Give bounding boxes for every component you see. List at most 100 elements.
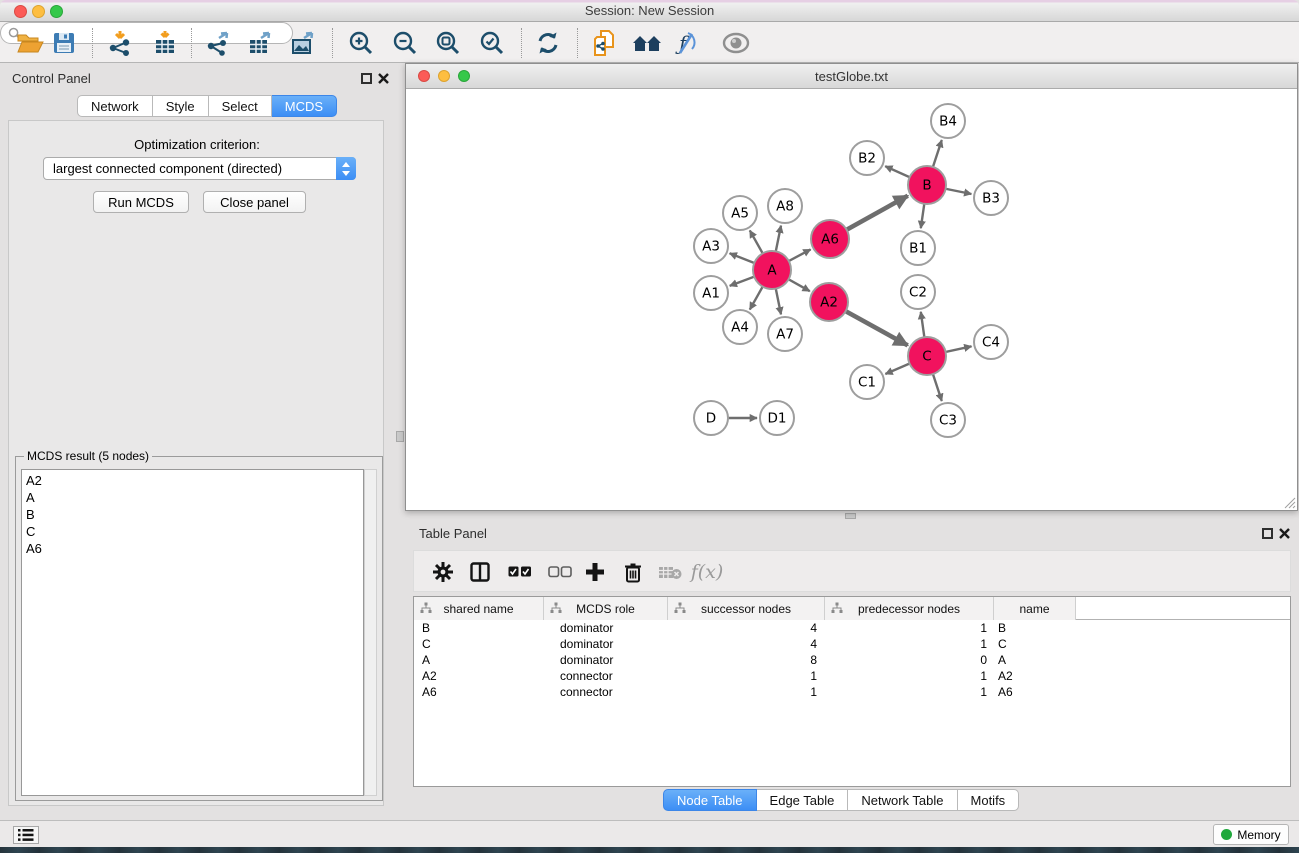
graph-node-A6[interactable]: A6 <box>811 220 849 258</box>
svg-text:A6: A6 <box>821 232 839 248</box>
show-hide-graphics-button[interactable] <box>719 29 753 57</box>
close-panel-button[interactable]: Close panel <box>203 191 306 213</box>
graph-node-A2[interactable]: A2 <box>810 283 848 321</box>
graph-node-A7[interactable]: A7 <box>768 317 802 351</box>
graph-node-C2[interactable]: C2 <box>901 275 935 309</box>
tab-node-table[interactable]: Node Table <box>663 789 757 811</box>
horizontal-splitter-handle[interactable] <box>845 513 856 519</box>
import-network-button[interactable] <box>103 29 137 57</box>
float-panel-icon[interactable] <box>361 73 372 84</box>
network-view-window: testGlobe.txt B4 B2 B B3 A8 A5 A6 A3 B1 A C2 A1 A2 A4… <box>405 63 1298 511</box>
column-header-predecessor-nodes[interactable]: predecessor nodes <box>825 597 994 620</box>
svg-text:A8: A8 <box>776 199 794 215</box>
mcds-panel: Optimization criterion: largest connecte… <box>8 120 384 806</box>
run-mcds-button[interactable]: Run MCDS <box>93 191 189 213</box>
table-row[interactable]: A6connector11A6 <box>414 684 1290 700</box>
graph-node-C[interactable]: C <box>908 337 946 375</box>
table-row[interactable]: Adominator80A <box>414 652 1290 668</box>
tab-select[interactable]: Select <box>209 95 272 117</box>
table-row[interactable]: Cdominator41C <box>414 636 1290 652</box>
delete-column-button[interactable] <box>618 558 648 586</box>
close-panel-icon[interactable] <box>1278 527 1291 540</box>
graph-node-A4[interactable]: A4 <box>723 310 757 344</box>
open-session-button[interactable] <box>13 29 47 57</box>
tab-network[interactable]: Network <box>77 95 153 117</box>
toggle-fx-button[interactable]: ƒ <box>668 29 702 57</box>
graph-node-A1[interactable]: A1 <box>694 276 728 310</box>
select-all-button[interactable] <box>505 558 535 586</box>
mcds-result-list[interactable]: A2ABCA6 <box>21 469 364 796</box>
mcds-result-item[interactable]: B <box>26 506 359 523</box>
network-from-selection-button[interactable] <box>588 29 622 57</box>
graph-node-B1[interactable]: B1 <box>901 231 935 265</box>
tab-motifs[interactable]: Motifs <box>958 789 1020 811</box>
mcds-result-item[interactable]: A2 <box>26 472 359 489</box>
graph-node-C4[interactable]: C4 <box>974 325 1008 359</box>
graph-node-A8[interactable]: A8 <box>768 189 802 223</box>
network-canvas[interactable]: B4 B2 B B3 A8 A5 A6 A3 B1 A C2 A1 A2 A4 A7 C4 C C1 D D1 C3 <box>406 90 1297 511</box>
table-cell: 1 <box>668 685 825 699</box>
import-table-button[interactable] <box>148 29 182 57</box>
close-panel-icon[interactable] <box>377 72 390 85</box>
network-window-titlebar[interactable]: testGlobe.txt <box>406 64 1297 89</box>
graph-node-A5[interactable]: A5 <box>723 196 757 230</box>
graph-node-C3[interactable]: C3 <box>931 403 965 437</box>
resize-grip-icon[interactable] <box>1284 497 1296 509</box>
criterion-dropdown[interactable]: largest connected component (directed) <box>43 157 356 180</box>
table-row[interactable]: A2connector11A2 <box>414 668 1290 684</box>
zoom-selected-button[interactable] <box>475 29 509 57</box>
mcds-result-item[interactable]: C <box>26 523 359 540</box>
table-row[interactable]: Bdominator41B <box>414 620 1290 636</box>
export-table-button[interactable] <box>243 29 277 57</box>
result-scrollbar[interactable] <box>364 469 377 796</box>
toolbar-separator <box>577 28 578 58</box>
table-type-tabs: Node TableEdge TableNetwork TableMotifs <box>663 789 1019 811</box>
refresh-button[interactable] <box>531 29 565 57</box>
tab-style[interactable]: Style <box>153 95 209 117</box>
graph-node-A3[interactable]: A3 <box>694 229 728 263</box>
column-header-MCDS-role[interactable]: MCDS role <box>544 597 668 620</box>
graph-node-B2[interactable]: B2 <box>850 141 884 175</box>
column-header-successor-nodes[interactable]: successor nodes <box>668 597 825 620</box>
float-panel-icon[interactable] <box>1262 528 1273 539</box>
export-image-button[interactable] <box>286 29 320 57</box>
graph-node-D1[interactable]: D1 <box>760 401 794 435</box>
add-column-button[interactable] <box>580 558 610 586</box>
table-cell: A <box>414 653 544 667</box>
svg-text:A5: A5 <box>731 206 749 222</box>
function-builder-button[interactable]: f(x) <box>692 558 722 586</box>
show-columns-button[interactable] <box>465 558 495 586</box>
graph-node-B4[interactable]: B4 <box>931 104 965 138</box>
table-cell: B <box>414 621 544 635</box>
zoom-fit-button[interactable] <box>431 29 465 57</box>
graph-node-D[interactable]: D <box>694 401 728 435</box>
zoom-in-button[interactable] <box>344 29 378 57</box>
mcds-result-item[interactable]: A6 <box>26 540 359 557</box>
table-cell: 4 <box>668 621 825 635</box>
memory-button[interactable]: Memory <box>1213 824 1289 845</box>
table-settings-button[interactable] <box>428 558 458 586</box>
import-network-icon <box>107 30 133 56</box>
delete-table-button[interactable] <box>655 558 685 586</box>
graph-node-B3[interactable]: B3 <box>974 181 1008 215</box>
app-titlebar[interactable]: Session: New Session <box>0 0 1299 22</box>
home-button[interactable] <box>630 29 664 57</box>
tab-edge-table[interactable]: Edge Table <box>757 789 849 811</box>
graph-node-A[interactable]: A <box>753 251 791 289</box>
zoom-out-button[interactable] <box>388 29 422 57</box>
export-network-button[interactable] <box>201 29 235 57</box>
svg-text:D: D <box>706 411 716 427</box>
table-cell: 1 <box>668 669 825 683</box>
save-session-button[interactable] <box>47 29 81 57</box>
graph-node-B[interactable]: B <box>908 166 946 204</box>
tab-network-table[interactable]: Network Table <box>848 789 957 811</box>
deselect-all-button[interactable] <box>545 558 575 586</box>
node-table[interactable]: shared nameMCDS rolesuccessor nodesprede… <box>413 596 1291 787</box>
task-history-button[interactable] <box>13 826 39 844</box>
mcds-result-item[interactable]: A <box>26 489 359 506</box>
vertical-splitter-handle[interactable] <box>396 431 404 442</box>
column-header-shared-name[interactable]: shared name <box>414 597 544 620</box>
tab-mcds[interactable]: MCDS <box>272 95 337 117</box>
column-header-name[interactable]: name <box>994 597 1076 620</box>
graph-node-C1[interactable]: C1 <box>850 365 884 399</box>
